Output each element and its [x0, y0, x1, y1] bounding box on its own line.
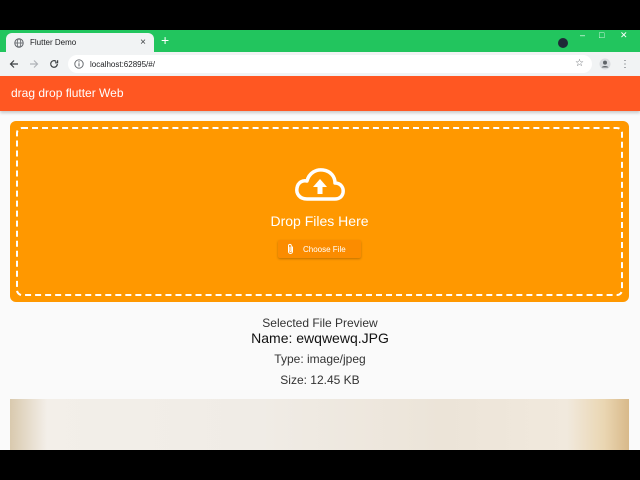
profile-icon[interactable]	[596, 55, 614, 73]
drop-zone[interactable]: Drop Files Here Choose File	[10, 121, 629, 302]
menu-kebab-icon[interactable]: ⋮	[616, 55, 634, 73]
choose-file-label: Choose File	[303, 244, 346, 254]
reload-icon[interactable]	[44, 54, 64, 74]
file-size: Size: 12.45 KB	[280, 373, 360, 387]
url-text: localhost:62895/#/	[90, 59, 155, 69]
screen: Flutter Demo × + – □ ✕ localhost:62895/#…	[0, 30, 640, 450]
preview-heading: Selected File Preview	[262, 316, 378, 330]
file-name: Name: ewqwewq.JPG	[251, 330, 389, 346]
globe-icon	[14, 37, 24, 48]
address-bar[interactable]: localhost:62895/#/ ☆	[68, 55, 592, 73]
back-arrow-icon[interactable]	[4, 54, 24, 74]
download-indicator-icon[interactable]	[558, 38, 568, 48]
maximize-icon[interactable]: □	[599, 30, 604, 40]
tab-strip: Flutter Demo × + – □ ✕	[0, 30, 640, 52]
minimize-icon[interactable]: –	[580, 30, 585, 40]
drop-zone-border	[16, 127, 623, 296]
browser-tab[interactable]: Flutter Demo ×	[6, 33, 154, 52]
tab-close-icon[interactable]: ×	[136, 37, 150, 48]
file-type: Type: image/jpeg	[274, 352, 366, 366]
choose-file-button[interactable]: Choose File	[278, 240, 361, 258]
forward-arrow-icon[interactable]	[24, 54, 44, 74]
image-preview	[10, 399, 629, 450]
app-bar: drag drop flutter Web	[0, 76, 640, 111]
info-icon[interactable]	[74, 59, 84, 69]
app-title: drag drop flutter Web	[11, 86, 124, 100]
bookmark-star-icon[interactable]: ☆	[575, 58, 584, 69]
paperclip-icon	[288, 243, 293, 254]
new-tab-icon[interactable]: +	[161, 32, 169, 48]
browser-toolbar: localhost:62895/#/ ☆ ⋮	[0, 52, 640, 77]
tab-title: Flutter Demo	[30, 38, 77, 47]
drop-files-label: Drop Files Here	[270, 213, 369, 229]
close-window-icon[interactable]: ✕	[620, 30, 628, 41]
cloud-upload-icon	[295, 168, 345, 201]
